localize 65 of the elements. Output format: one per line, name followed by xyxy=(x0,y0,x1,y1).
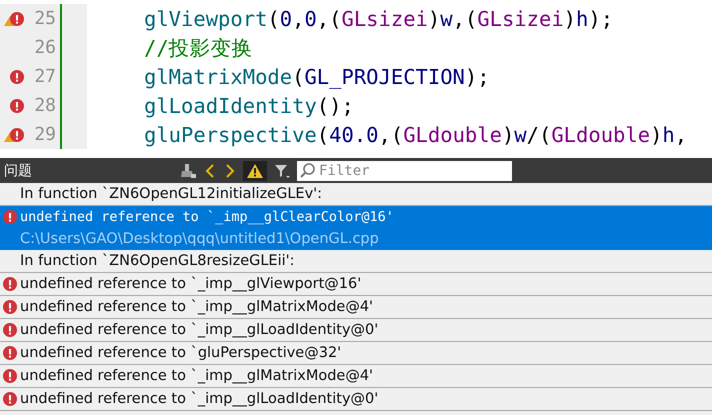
code-token: ,( xyxy=(378,122,404,146)
issue-message: undefined reference to `_imp__glLoadIdentity@0' xyxy=(20,321,378,340)
code-token: glViewport xyxy=(144,6,268,30)
issue-row[interactable]: undefined reference to `_imp__glClearColor@16' C:\Users\GAO\Desktop\qqq\untitled1\OpenGL.cpp xyxy=(0,206,712,250)
code-token: 40.0 xyxy=(329,122,379,146)
issue-message: In function `ZN6OpenGL8resizeGLEii': xyxy=(20,252,295,271)
code-token: ) xyxy=(650,122,662,146)
issue-message: undefined reference to `_imp__glViewport@16' xyxy=(20,275,362,294)
code-token: GLsizei xyxy=(477,6,564,30)
error-icon xyxy=(3,392,17,406)
error-icon xyxy=(3,277,17,291)
code-token: glMatrixMode xyxy=(144,64,292,88)
code-token: w xyxy=(514,122,527,146)
issue-message: In function `ZN6OpenGL12initializeGLEv': xyxy=(20,185,322,204)
code-token: glLoadIdentity xyxy=(144,94,317,118)
issue-row[interactable]: undefined reference to `_imp__glLoadIdentity@0' xyxy=(0,388,712,411)
code-token: /( xyxy=(526,122,552,146)
code-token: (); xyxy=(316,94,354,118)
code-editor[interactable]: 25 glViewport(0,0,(GLsizei)w,(GLsizei)h); 26 //投影变换 27 glMatrixMode(GL_PROJECTION); 28 glLoadIdentity(); 29 gluPerspective(40.0,(GLdouble)w/(GLdouble)h, xyxy=(0,0,712,158)
clean-icon[interactable] xyxy=(179,162,197,180)
code-token: GL_PROJECTION xyxy=(304,64,465,88)
issue-message: undefined reference to `_imp__glMatrixMode@4' xyxy=(20,298,374,317)
search-icon xyxy=(299,162,317,180)
code-token: ) xyxy=(502,122,514,146)
line-number: 29 xyxy=(24,120,62,149)
code-token: //投影变换 xyxy=(144,36,253,60)
code-token: GLsizei xyxy=(341,6,428,30)
code-token: gluPerspective xyxy=(144,122,317,146)
issue-row[interactable]: undefined reference to `_imp__glMatrixMode@4' xyxy=(0,296,712,319)
panel-title: 问题 xyxy=(4,162,32,180)
code-token: 0 xyxy=(304,6,317,30)
issue-row[interactable]: In function `ZN6OpenGL8resizeGLEii': xyxy=(0,250,712,273)
code-token: , xyxy=(292,6,304,30)
code-token: GLdouble xyxy=(403,122,502,146)
issue-row[interactable]: undefined reference to `gluPerspective@32' xyxy=(0,342,712,365)
code-token: 0 xyxy=(280,6,292,30)
error-icon xyxy=(3,369,17,383)
filter-field[interactable]: Filter xyxy=(297,160,512,180)
issue-message: undefined reference to `_imp__glClearColor@16' xyxy=(20,208,394,227)
code-token: , xyxy=(674,122,688,146)
error-icon xyxy=(3,210,17,224)
issue-message: undefined reference to `_imp__glLoadIdentity@0' xyxy=(20,390,378,409)
error-icon xyxy=(3,300,17,314)
code-token: ,( xyxy=(452,6,478,30)
code-token: ( xyxy=(267,6,280,30)
code-token: h xyxy=(576,6,588,30)
code-token: GLdouble xyxy=(551,122,650,146)
issue-message: undefined reference to `_imp__glMatrixMode@4' xyxy=(20,367,374,386)
issue-row[interactable]: undefined reference to `_imp__glViewport@16' xyxy=(0,273,712,296)
issue-row[interactable]: undefined reference to `_imp__glLoadIdentity@0' xyxy=(0,319,712,342)
code-token: ); xyxy=(464,64,490,88)
code-token: ( xyxy=(316,122,330,146)
code-token: h xyxy=(662,122,675,146)
code-token: ); xyxy=(588,6,614,30)
file-path: C:\Users\GAO\Desktop\qqq\untitled1\OpenGL.cpp xyxy=(20,230,380,249)
issue-message: undefined reference to `gluPerspective@32' xyxy=(20,344,342,363)
code-token: w xyxy=(440,6,453,30)
issue-row[interactable]: undefined reference to `_imp__glMatrixMode@4' xyxy=(0,365,712,388)
code-token: ,( xyxy=(316,6,342,30)
error-icon xyxy=(3,323,17,337)
code-token: ) xyxy=(428,6,440,30)
code-token: ) xyxy=(564,6,576,30)
code-token: ( xyxy=(292,64,304,88)
error-icon xyxy=(3,346,17,360)
warnings-toggle[interactable] xyxy=(243,160,267,180)
